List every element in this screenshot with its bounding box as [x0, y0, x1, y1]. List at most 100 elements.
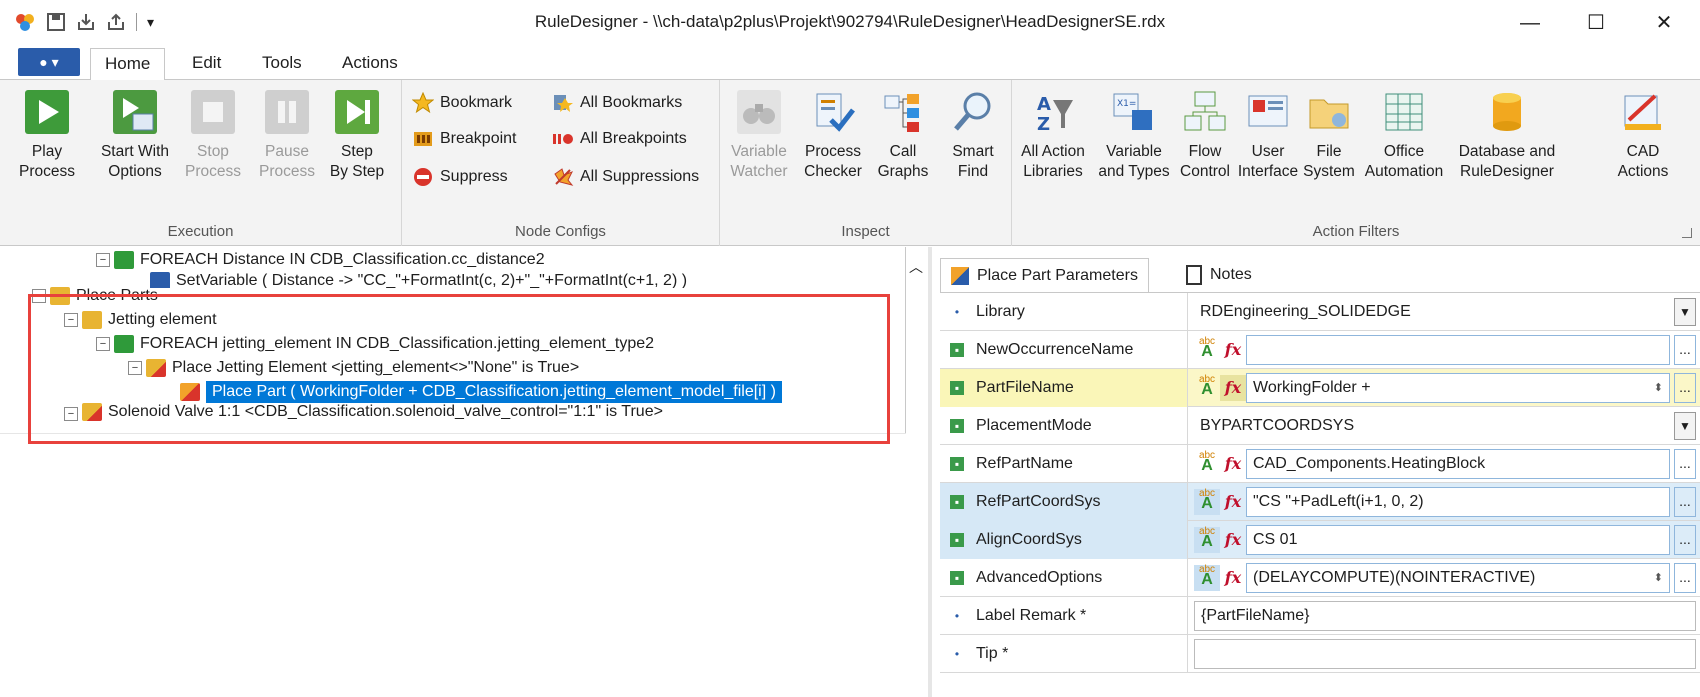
group-node-configs: Bookmark Breakpoint Suppress All Bookmar… [402, 80, 720, 246]
property-row-ref-part-coord-sys[interactable]: ▪ RefPartCoordSys abc A fx "CS "+PadLeft(i… [940, 482, 1700, 521]
tab-edit[interactable]: Edit [178, 48, 235, 80]
call-graphs-button[interactable]: Call Graphs [866, 86, 940, 182]
text-mode-icon[interactable]: abc A [1194, 564, 1220, 591]
breakpoint-button[interactable]: Breakpoint [412, 124, 517, 154]
new-occurrence-name-input[interactable] [1246, 334, 1670, 365]
start-with-options-button[interactable]: Start With Options [90, 86, 180, 182]
button-label: RuleDesigner [1460, 163, 1554, 180]
user-interface-button[interactable]: User Interface [1234, 86, 1302, 182]
property-name: • Label Remark * [940, 596, 1188, 635]
stepper-icon[interactable]: ⬍ [1654, 381, 1669, 394]
variable-watcher-button[interactable]: Variable Watcher [722, 86, 796, 182]
property-row-label-remark[interactable]: • Label Remark * {PartFileName} [940, 596, 1700, 635]
property-name: • Tip * [940, 634, 1188, 673]
all-action-libraries-button[interactable]: AZ All Action Libraries [1016, 86, 1090, 182]
text-mode-icon[interactable]: abc A [1194, 526, 1220, 553]
property-name: ▪ NewOccurrenceName [940, 330, 1188, 369]
stepper-icon[interactable]: ⬍ [1654, 571, 1669, 584]
tab-tools[interactable]: Tools [248, 48, 316, 80]
tab-home[interactable]: Home [90, 48, 166, 81]
tab-actions[interactable]: Actions [328, 48, 412, 80]
text-mode-icon[interactable]: abc A [1194, 374, 1220, 401]
close-button[interactable]: ✕ [1644, 8, 1684, 38]
part-file-name-input[interactable]: WorkingFolder + ⬍ [1246, 372, 1670, 403]
suppress-button[interactable]: Suppress [412, 162, 508, 192]
ellipsis-button[interactable]: ... [1674, 334, 1696, 365]
step-by-step-button[interactable]: Step By Step [320, 86, 394, 182]
button-label: Variable [1106, 143, 1162, 160]
chevron-down-icon[interactable]: ▼ [1674, 411, 1696, 440]
property-name: ▪ RefPartName [940, 444, 1188, 483]
smart-find-button[interactable]: Smart Find [936, 86, 1010, 182]
ellipsis-button[interactable]: ... [1674, 448, 1696, 479]
property-label: PlacementMode [976, 416, 1092, 434]
property-row-placement-mode[interactable]: ▪ PlacementMode BYPARTCOORDSYS ▼ [940, 406, 1700, 445]
tab-place-part-parameters[interactable]: Place Part Parameters [940, 258, 1149, 292]
office-automation-button[interactable]: Office Automation [1360, 86, 1448, 182]
graph-icon [881, 90, 925, 134]
property-label: Library [976, 302, 1025, 320]
advanced-options-input[interactable]: (DELAYCOMPUTE)(NOINTERACTIVE) ⬍ [1246, 562, 1670, 593]
property-row-tip[interactable]: • Tip * [940, 634, 1700, 673]
text-mode-icon[interactable]: abc A [1194, 488, 1220, 515]
process-checker-button[interactable]: Process Checker [796, 86, 870, 182]
flow-control-button[interactable]: Flow Control [1172, 86, 1238, 182]
database-icon [1485, 90, 1529, 134]
application-menu-button[interactable]: ● ▾ [18, 48, 80, 76]
text-mode-icon[interactable]: abc A [1194, 336, 1220, 363]
scroll-up-chevron-icon[interactable]: ︿ [906, 257, 926, 277]
maximize-button[interactable]: ☐ [1576, 8, 1616, 38]
ref-part-coord-sys-input[interactable]: "CS "+PadLeft(i+1, 0, 2) [1246, 486, 1670, 517]
variable-and-types-button[interactable]: X1= Variable and Types [1094, 86, 1174, 182]
tree-item[interactable]: SetVariable ( Distance -> "CC_"+FormatIn… [150, 272, 687, 288]
panel-splitter[interactable] [928, 247, 932, 697]
cad-actions-button[interactable]: CAD Actions [1610, 86, 1676, 182]
dialog-launcher-icon[interactable] [1682, 228, 1692, 238]
file-system-button[interactable]: File System [1298, 86, 1360, 182]
fx-icon[interactable]: fx [1220, 565, 1246, 591]
property-row-advanced-options[interactable]: ▪ AdvancedOptions abc A fx (DELAYCOMPUTE)(… [940, 558, 1700, 597]
fx-icon[interactable]: fx [1220, 527, 1246, 553]
tip-input[interactable] [1194, 638, 1696, 669]
property-row-part-file-name[interactable]: ▪ PartFileName abc A fx WorkingFolder + ⬍ .… [940, 368, 1700, 407]
align-coord-sys-input[interactable]: CS 01 [1246, 524, 1670, 555]
bookmark-button[interactable]: Bookmark [411, 88, 512, 118]
all-suppressions-button[interactable]: All Suppressions [552, 162, 699, 192]
property-value-text: WorkingFolder + [1253, 378, 1371, 396]
play-process-button[interactable]: Play Process [10, 86, 84, 182]
fx-icon[interactable]: fx [1220, 337, 1246, 363]
property-value: BYPARTCOORDSYS ▼ [1188, 407, 1700, 445]
minimize-button[interactable]: — [1510, 8, 1550, 38]
property-row-new-occurrence-name[interactable]: ▪ NewOccurrenceName abc A fx ... [940, 330, 1700, 369]
all-bookmarks-button[interactable]: All Bookmarks [552, 88, 682, 118]
fx-icon[interactable]: fx [1220, 374, 1246, 401]
collapse-icon[interactable]: − [96, 253, 110, 267]
group-label-inspect: Inspect [841, 223, 890, 240]
label-remark-input[interactable]: {PartFileName} [1194, 600, 1696, 631]
step-icon [335, 90, 379, 134]
ribbon-tabs: ● ▾ Home Edit Tools Actions [0, 44, 1700, 81]
property-row-library[interactable]: • Library RDEngineering_SOLIDEDGE ▼ [940, 292, 1700, 331]
text-mode-icon[interactable]: abc A [1194, 450, 1220, 477]
fx-icon[interactable]: fx [1220, 451, 1246, 477]
stop-process-button[interactable]: Stop Process [176, 86, 250, 182]
property-row-align-coord-sys[interactable]: ▪ AlignCoordSys abc A fx CS 01 ... [940, 520, 1700, 559]
library-select[interactable]: RDEngineering_SOLIDEDGE [1194, 296, 1670, 327]
ellipsis-button[interactable]: ... [1674, 524, 1696, 555]
all-breakpoints-button[interactable]: All Breakpoints [552, 124, 687, 154]
magnifier-icon [951, 90, 995, 134]
database-and-ruledesigner-button[interactable]: Database and RuleDesigner [1448, 86, 1566, 182]
ellipsis-button[interactable]: ... [1674, 486, 1696, 517]
fx-icon[interactable]: fx [1220, 489, 1246, 515]
tree-item[interactable]: − FOREACH Distance IN CDB_Classification… [96, 247, 545, 273]
ellipsis-button[interactable]: ... [1674, 372, 1696, 403]
tab-notes[interactable]: Notes [1176, 258, 1262, 292]
property-value-text: (DELAYCOMPUTE)(NOINTERACTIVE) [1253, 568, 1536, 586]
pause-process-button[interactable]: Pause Process [250, 86, 324, 182]
button-label: Checker [804, 163, 862, 180]
chevron-down-icon[interactable]: ▼ [1674, 297, 1696, 326]
property-row-ref-part-name[interactable]: ▪ RefPartName abc A fx CAD_Components.Heat… [940, 444, 1700, 483]
ellipsis-button[interactable]: ... [1674, 562, 1696, 593]
ref-part-name-input[interactable]: CAD_Components.HeatingBlock [1246, 448, 1670, 479]
placement-mode-select[interactable]: BYPARTCOORDSYS [1194, 410, 1670, 441]
